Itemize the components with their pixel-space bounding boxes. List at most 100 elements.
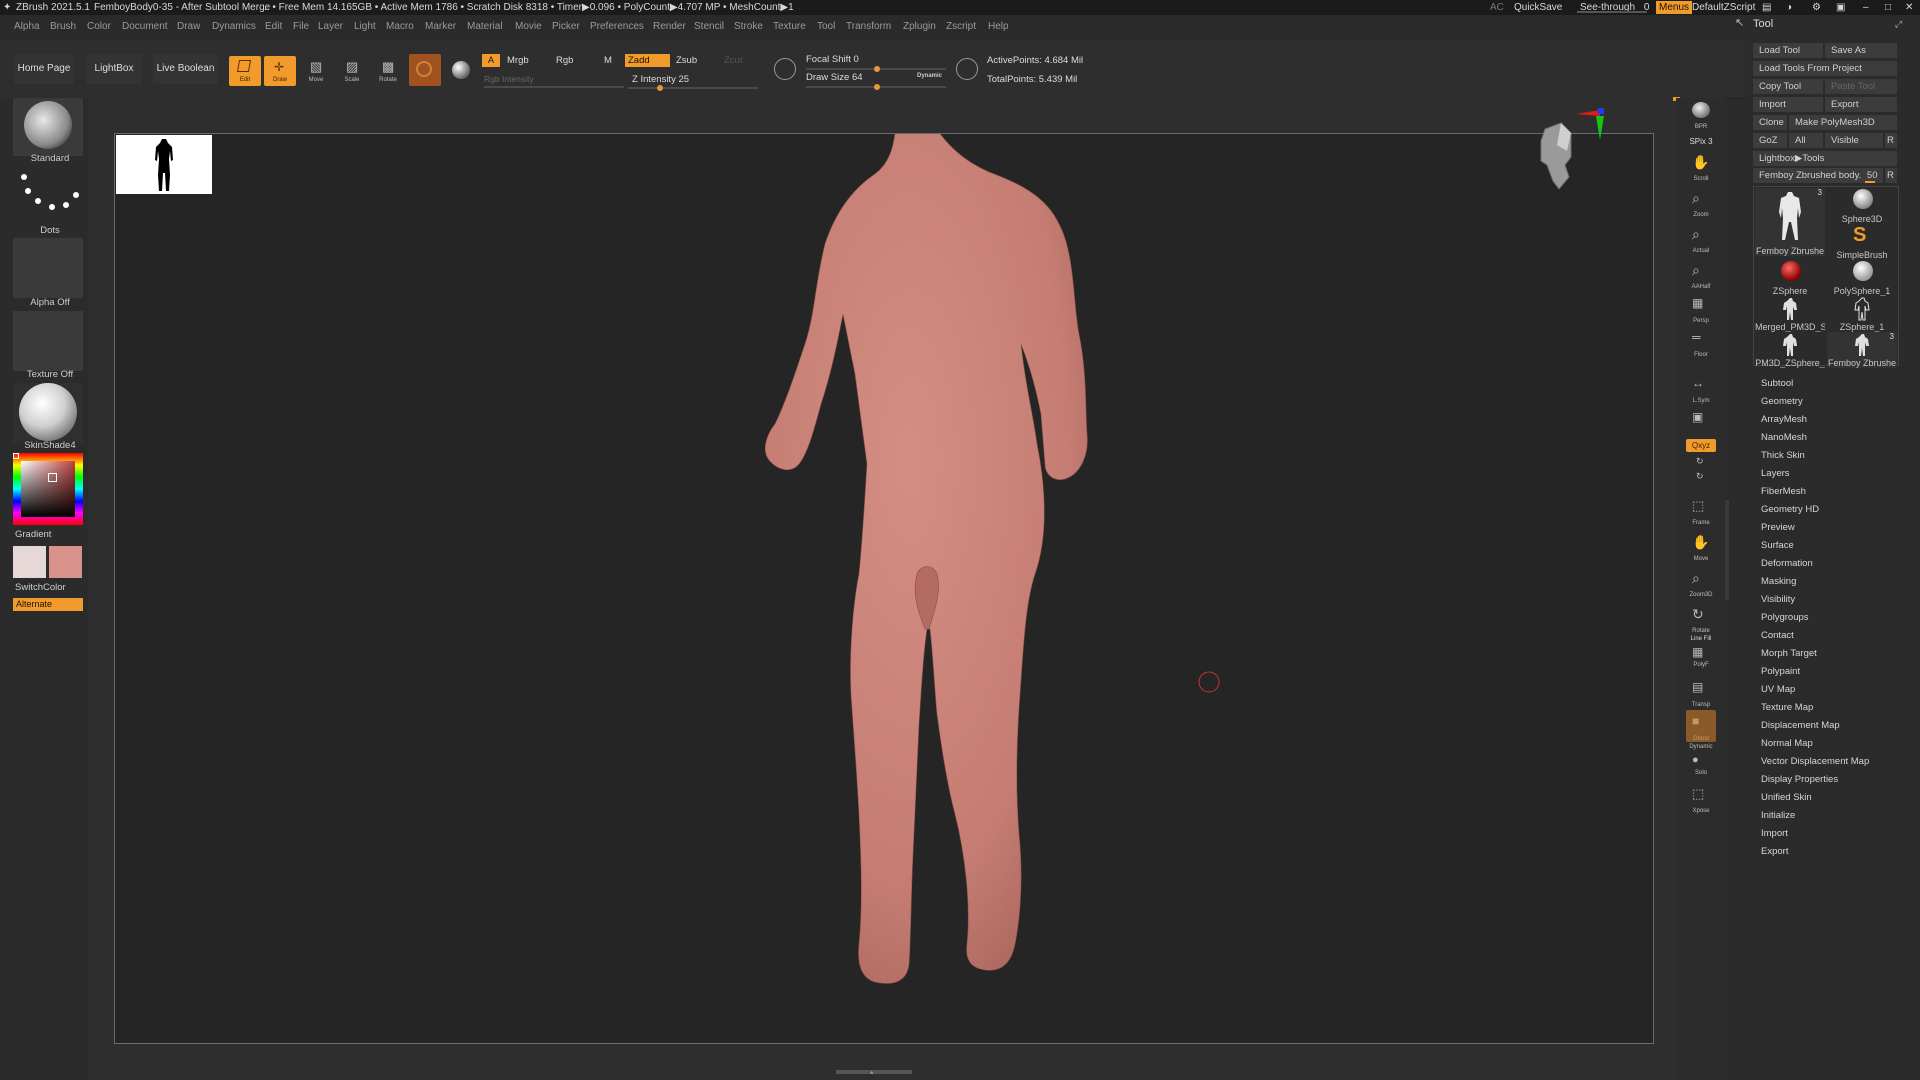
section-arraymesh[interactable]: ArrayMesh bbox=[1761, 414, 1807, 425]
menu-texture[interactable]: Texture bbox=[773, 15, 806, 39]
minimize-icon[interactable]: – bbox=[1863, 0, 1869, 15]
live-boolean-button[interactable]: Live Boolean bbox=[153, 54, 218, 84]
section-initialize[interactable]: Initialize bbox=[1761, 810, 1795, 821]
stroke-selector[interactable] bbox=[13, 166, 83, 224]
window-icon[interactable]: ▣ bbox=[1836, 0, 1845, 15]
draw-size-knob[interactable] bbox=[874, 84, 880, 90]
m-toggle[interactable]: M bbox=[604, 54, 618, 67]
lsym-button[interactable]: ↔ L.Sym bbox=[1686, 372, 1716, 404]
section-subtool[interactable]: Subtool bbox=[1761, 378, 1793, 389]
section-export[interactable]: Export bbox=[1761, 846, 1788, 857]
goz-r-button[interactable]: R bbox=[1885, 133, 1897, 148]
lightbox-tools-button[interactable]: Lightbox▶Tools bbox=[1753, 151, 1897, 166]
save-as-button[interactable]: Save As bbox=[1825, 43, 1897, 58]
goz-visible-button[interactable]: Visible bbox=[1825, 133, 1883, 148]
quicksave-button[interactable]: QuickSave bbox=[1514, 0, 1562, 15]
menu-color[interactable]: Color bbox=[87, 15, 111, 39]
menu-render[interactable]: Render bbox=[653, 15, 686, 39]
section-geometry-hd[interactable]: Geometry HD bbox=[1761, 504, 1819, 515]
bpr-button[interactable]: BPR bbox=[1686, 98, 1716, 130]
solo-button[interactable]: Dynamic ● Solo bbox=[1686, 744, 1716, 776]
xpose-button[interactable]: ⬚ Xpose bbox=[1686, 782, 1716, 814]
menu-zscript[interactable]: Zscript bbox=[946, 15, 976, 39]
section-normal-map[interactable]: Normal Map bbox=[1761, 738, 1813, 749]
tool-panel-title[interactable]: Tool bbox=[1753, 18, 1773, 30]
layout-icon[interactable]: ▤ bbox=[1762, 0, 1771, 15]
menu-layer[interactable]: Layer bbox=[318, 15, 343, 39]
tool-femboy-zbrushed-1[interactable]: 3 Femboy Zbrushe bbox=[1755, 188, 1825, 256]
draw-size-icon[interactable] bbox=[956, 58, 978, 80]
menu-edit[interactable]: Edit bbox=[265, 15, 282, 39]
rotate-button[interactable]: ▩ Rotate bbox=[372, 56, 404, 86]
move-button[interactable]: ▧ Move bbox=[300, 56, 332, 86]
current-tool-slider[interactable]: Femboy Zbrushed body. 50 bbox=[1753, 168, 1883, 183]
menu-marker[interactable]: Marker bbox=[425, 15, 456, 39]
linefill-polyf-button[interactable]: Line Fill ▦ PolyF bbox=[1686, 636, 1716, 668]
head-orientation-gizmo[interactable] bbox=[1531, 121, 1581, 195]
material-sphere-button[interactable] bbox=[409, 54, 441, 86]
z-intensity-knob[interactable] bbox=[657, 85, 663, 91]
switch-color-label[interactable]: SwitchColor bbox=[15, 582, 85, 593]
menu-file[interactable]: File bbox=[293, 15, 309, 39]
menu-alpha[interactable]: Alpha bbox=[14, 15, 40, 39]
goz-button[interactable]: GoZ bbox=[1753, 133, 1787, 148]
right-shelf-scrollbar[interactable] bbox=[1725, 500, 1729, 600]
bottom-tray-handle[interactable] bbox=[836, 1070, 912, 1074]
transp-button[interactable]: ▤ Transp bbox=[1686, 676, 1716, 708]
menu-zplugin[interactable]: Zplugin bbox=[903, 15, 936, 39]
zoom-button[interactable]: ⌕ Zoom bbox=[1686, 186, 1716, 218]
a-toggle[interactable]: A bbox=[482, 54, 500, 67]
tool-femboy-zbrushed-2[interactable]: 3 Femboy Zbrushe bbox=[1827, 332, 1897, 368]
section-nanomesh[interactable]: NanoMesh bbox=[1761, 432, 1807, 443]
menu-picker[interactable]: Picker bbox=[552, 15, 580, 39]
document-canvas[interactable] bbox=[114, 108, 1655, 1045]
load-tool-button[interactable]: Load Tool bbox=[1753, 43, 1823, 58]
color-picker[interactable] bbox=[13, 453, 83, 525]
draw-size-slider[interactable]: Draw Size 64 bbox=[806, 72, 926, 84]
focal-shift-icon[interactable] bbox=[774, 58, 796, 80]
section-morph-target[interactable]: Morph Target bbox=[1761, 648, 1817, 659]
menu-stencil[interactable]: Stencil bbox=[694, 15, 724, 39]
sculpt-model[interactable] bbox=[115, 134, 1655, 1045]
rgb-toggle[interactable]: Rgb bbox=[556, 54, 586, 67]
alpha-selector[interactable] bbox=[13, 238, 83, 298]
section-visibility[interactable]: Visibility bbox=[1761, 594, 1795, 605]
section-surface[interactable]: Surface bbox=[1761, 540, 1794, 551]
menu-document[interactable]: Document bbox=[122, 15, 168, 39]
edit-button[interactable]: Edit bbox=[229, 56, 261, 86]
tool-merged-pm3d[interactable]: Merged_PM3D_S bbox=[1755, 296, 1825, 332]
tool-zsphere-1[interactable]: ZSphere_1 bbox=[1827, 296, 1897, 332]
close-icon[interactable]: ✕ bbox=[1905, 0, 1913, 15]
home-page-button[interactable]: Home Page bbox=[14, 54, 74, 84]
tool-polysphere[interactable]: PolySphere_1 bbox=[1827, 260, 1897, 296]
section-displacement-map[interactable]: Displacement Map bbox=[1761, 720, 1840, 731]
current-tool-r-button[interactable]: R bbox=[1885, 168, 1897, 183]
actual-button[interactable]: ⌕ Actual bbox=[1686, 222, 1716, 254]
zoom3d-button[interactable]: ⌕ Zoom3D bbox=[1686, 566, 1716, 598]
ghost-button[interactable]: ■ Ghost bbox=[1686, 710, 1716, 742]
lock-button[interactable]: ▣ bbox=[1686, 406, 1716, 438]
xyz-rotate-toggle[interactable]: Qxyz bbox=[1686, 439, 1716, 452]
section-unified-skin[interactable]: Unified Skin bbox=[1761, 792, 1812, 803]
section-preview[interactable]: Preview bbox=[1761, 522, 1795, 533]
maximize-icon[interactable]: □ bbox=[1885, 0, 1891, 15]
zsub-toggle[interactable]: Zsub bbox=[676, 54, 716, 67]
paste-tool-button[interactable]: Paste Tool bbox=[1825, 79, 1897, 94]
menu-preferences[interactable]: Preferences bbox=[590, 15, 644, 39]
draw-button[interactable]: ✛ Draw bbox=[264, 56, 296, 86]
persp-button[interactable]: ▦ Persp bbox=[1686, 292, 1716, 324]
menu-movie[interactable]: Movie bbox=[515, 15, 542, 39]
scroll-button[interactable]: ✋ Scroll bbox=[1686, 150, 1716, 182]
tray-arrow-icon[interactable]: ▴ bbox=[870, 1068, 874, 1076]
section-vector-displacement-map[interactable]: Vector Displacement Map bbox=[1761, 756, 1869, 767]
alternate-toggle[interactable]: Alternate bbox=[13, 598, 83, 611]
section-import[interactable]: Import bbox=[1761, 828, 1788, 839]
menu-brush[interactable]: Brush bbox=[50, 15, 76, 39]
panel-toggle-icon[interactable]: ⤢ bbox=[1895, 19, 1902, 30]
secondary-color-swatch[interactable] bbox=[49, 546, 82, 578]
zcut-toggle[interactable]: Zcut bbox=[724, 54, 754, 67]
focal-shift-slider[interactable]: Focal Shift 0 bbox=[806, 54, 926, 66]
section-texture-map[interactable]: Texture Map bbox=[1761, 702, 1813, 713]
move-view-button[interactable]: ✋ Move bbox=[1686, 530, 1716, 562]
section-uv-map[interactable]: UV Map bbox=[1761, 684, 1795, 695]
